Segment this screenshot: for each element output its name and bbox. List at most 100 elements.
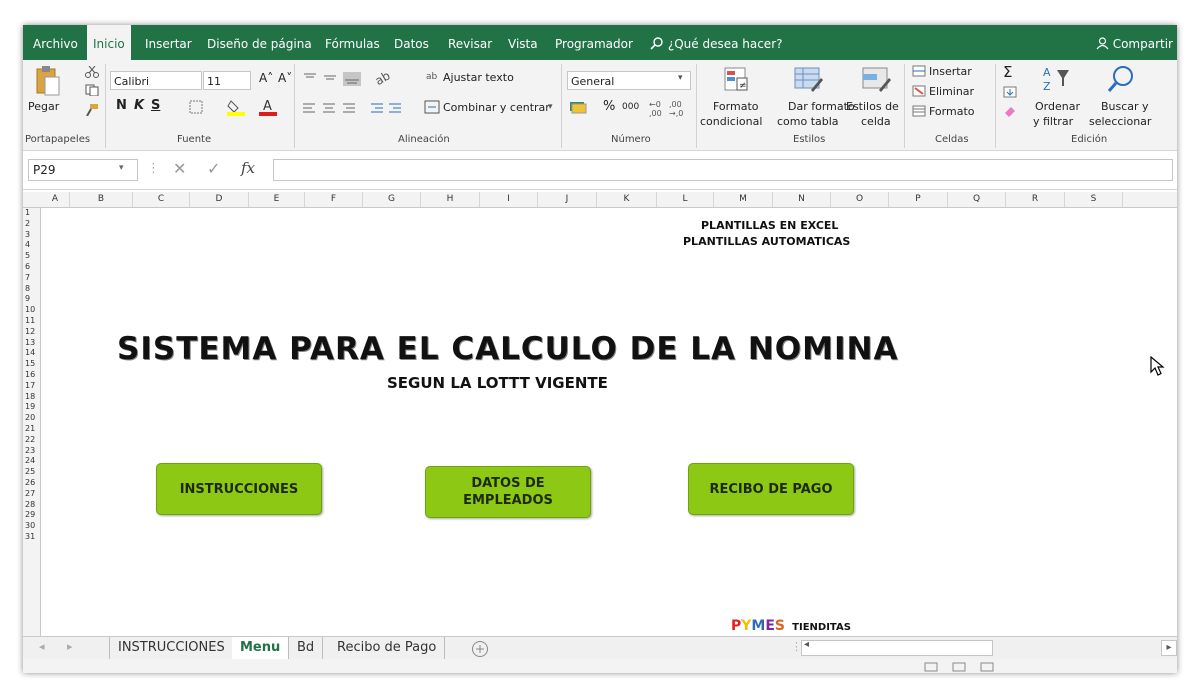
find-select-icon[interactable]	[1106, 64, 1136, 94]
column-header[interactable]: M	[714, 192, 773, 207]
paste-label[interactable]: Pegar	[28, 100, 59, 113]
row-header[interactable]: 18	[23, 392, 40, 403]
row-header[interactable]: 29	[23, 510, 40, 521]
row-header[interactable]: 26	[23, 478, 40, 489]
cell-styles-icon[interactable]	[861, 66, 891, 94]
copy-icon[interactable]	[85, 84, 99, 96]
borders-icon[interactable]	[189, 100, 203, 114]
column-header[interactable]: S	[1065, 192, 1123, 207]
column-header[interactable]: N	[773, 192, 831, 207]
font-color-icon[interactable]: A	[259, 98, 277, 116]
indent-icons[interactable]	[371, 102, 403, 114]
column-header[interactable]: D	[190, 192, 249, 207]
cell-styles-label-1[interactable]: Estilos de	[846, 100, 899, 113]
row-header[interactable]: 16	[23, 370, 40, 381]
thousands-button[interactable]: 000	[622, 102, 639, 112]
row-header[interactable]: 19	[23, 402, 40, 413]
scroll-right-arrow-icon[interactable]: ▸	[1161, 640, 1177, 656]
column-header[interactable]: L	[657, 192, 714, 207]
row-header[interactable]: 11	[23, 316, 40, 327]
tab-inicio[interactable]: Inicio	[87, 25, 131, 62]
chevron-down-icon[interactable]: ▾	[548, 102, 553, 112]
delete-cells-button[interactable]: Eliminar	[929, 85, 974, 98]
number-format-select[interactable]: General	[567, 71, 691, 90]
row-header[interactable]: 15	[23, 359, 40, 370]
format-cells-button[interactable]: Formato	[929, 105, 975, 118]
vertical-align-icons[interactable]	[303, 72, 383, 86]
column-header[interactable]: K	[597, 192, 657, 207]
row-header[interactable]: 10	[23, 305, 40, 316]
cut-icon[interactable]	[85, 66, 99, 78]
sheet-tab-bd[interactable]: Bd	[289, 637, 324, 659]
sheet-tab-instrucciones[interactable]: INSTRUCCIONES	[109, 637, 234, 659]
find-select-label-2[interactable]: seleccionar	[1089, 115, 1151, 128]
column-header[interactable]: F	[305, 192, 363, 207]
row-header[interactable]: 5	[23, 251, 40, 262]
row-header[interactable]: 23	[23, 446, 40, 457]
sort-filter-label-2[interactable]: y filtrar	[1033, 115, 1073, 128]
autosum-icon[interactable]: Σ	[1003, 63, 1012, 81]
column-header[interactable]: R	[1006, 192, 1065, 207]
scroll-left-arrow-icon[interactable]: ◂	[804, 639, 809, 650]
row-header[interactable]: 28	[23, 500, 40, 511]
column-header[interactable]: P	[889, 192, 948, 207]
row-header[interactable]: 9	[23, 294, 40, 305]
column-header[interactable]: E	[249, 192, 305, 207]
column-header[interactable]: Q	[948, 192, 1006, 207]
italic-button[interactable]: K	[134, 98, 144, 113]
conditional-format-label-2[interactable]: condicional	[700, 115, 762, 128]
tab-programador[interactable]: Programador	[555, 25, 633, 60]
tab-datos[interactable]: Datos	[394, 25, 429, 60]
sort-filter-icon[interactable]: AZ	[1041, 64, 1071, 94]
tab-diseno-pagina[interactable]: Diseño de página	[207, 25, 312, 60]
column-header[interactable]: B	[70, 192, 133, 207]
row-header[interactable]: 22	[23, 435, 40, 446]
row-header[interactable]: 14	[23, 348, 40, 359]
row-header[interactable]: 8	[23, 284, 40, 295]
conditional-format-icon[interactable]: ≠	[723, 66, 751, 94]
clear-icon[interactable]	[1003, 105, 1017, 117]
format-as-table-label-1[interactable]: Dar formato	[788, 100, 855, 113]
fill-color-icon[interactable]	[227, 98, 245, 116]
row-header[interactable]: 21	[23, 424, 40, 435]
horizontal-scrollbar[interactable]: ◂	[801, 639, 993, 656]
sheet-tab-recibo[interactable]: Recibo de Pago	[329, 637, 446, 659]
decrease-decimal-icon[interactable]: ,00 →,0	[669, 100, 683, 118]
tab-formulas[interactable]: Fórmulas	[325, 25, 380, 60]
font-name-select[interactable]: Calibri	[110, 71, 202, 90]
instructions-button[interactable]: INSTRUCCIONES	[156, 463, 322, 515]
scroll-left-icon[interactable]: ◂	[39, 640, 45, 653]
row-header[interactable]: 13	[23, 338, 40, 349]
add-sheet-icon[interactable]	[471, 640, 489, 658]
format-as-table-icon[interactable]	[793, 66, 823, 94]
underline-button[interactable]: S	[151, 98, 160, 113]
tab-archivo[interactable]: Archivo	[33, 25, 78, 60]
sort-filter-label-1[interactable]: Ordenar	[1035, 100, 1080, 113]
row-header[interactable]: 31	[23, 532, 40, 543]
row-header[interactable]: 12	[23, 327, 40, 338]
worksheet-area[interactable]: PLANTILLAS EN EXCEL PLANTILLAS AUTOMATIC…	[41, 208, 1177, 636]
tab-vista[interactable]: Vista	[508, 25, 538, 60]
view-buttons-icon[interactable]	[923, 662, 1003, 672]
insert-cells-button[interactable]: Insertar	[929, 65, 972, 78]
column-header[interactable]: C	[133, 192, 190, 207]
row-header[interactable]: 3	[23, 230, 40, 241]
paste-icon[interactable]	[35, 65, 61, 97]
merge-center-button[interactable]: Combinar y centrar	[443, 101, 550, 114]
employee-data-button[interactable]: DATOS DE EMPLEADOS	[425, 466, 591, 518]
column-header[interactable]: O	[831, 192, 889, 207]
payslip-button[interactable]: RECIBO DE PAGO	[688, 463, 854, 515]
tell-me-box[interactable]: ¿Qué desea hacer?	[650, 25, 783, 60]
fill-icon[interactable]	[1003, 86, 1017, 98]
currency-icon[interactable]	[569, 100, 587, 114]
row-header[interactable]: 25	[23, 467, 40, 478]
tab-revisar[interactable]: Revisar	[448, 25, 492, 60]
column-header[interactable]: I	[480, 192, 538, 207]
row-header[interactable]: 20	[23, 413, 40, 424]
column-header[interactable]: G	[363, 192, 421, 207]
row-header[interactable]: 6	[23, 262, 40, 273]
conditional-format-label-1[interactable]: Formato	[713, 100, 759, 113]
share-button[interactable]: Compartir	[1096, 25, 1173, 60]
font-size-select[interactable]: 11	[203, 71, 251, 90]
cell-styles-label-2[interactable]: celda	[861, 115, 891, 128]
